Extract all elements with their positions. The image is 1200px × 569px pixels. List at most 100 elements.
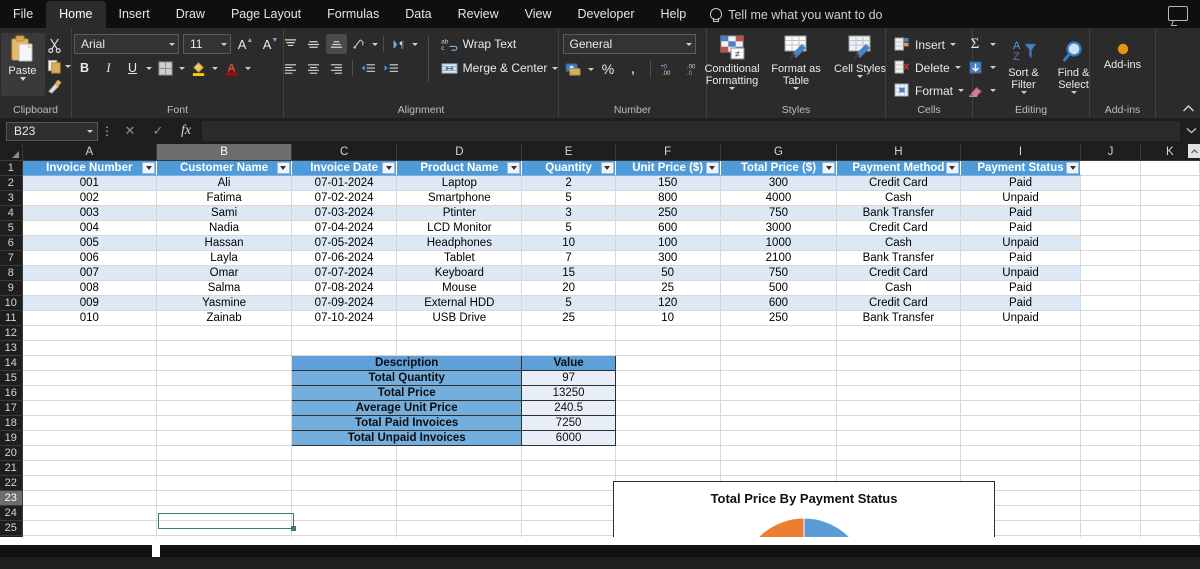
table-row[interactable]: Bank Transfer xyxy=(836,250,961,266)
tell-me-box[interactable]: Tell me what you want to do xyxy=(709,1,882,28)
cell-A18[interactable] xyxy=(22,415,158,431)
cell-B14[interactable] xyxy=(156,355,292,371)
table-row[interactable]: 600 xyxy=(615,220,721,236)
table-row[interactable]: 120 xyxy=(615,295,721,311)
cell-A13[interactable] xyxy=(22,340,158,356)
align-right-button[interactable] xyxy=(326,58,347,78)
table-row[interactable]: 100 xyxy=(615,235,721,251)
cell-E22[interactable] xyxy=(521,475,616,491)
cell-A23[interactable] xyxy=(22,490,158,506)
spreadsheet-grid[interactable]: A B C D E F G H I J K 1 Invoice Number Customer Name I… xyxy=(0,144,1200,537)
cell-A24[interactable] xyxy=(22,505,158,521)
decrease-decimal-button[interactable]: .00.0 xyxy=(682,59,703,79)
comments-icon[interactable] xyxy=(1168,6,1188,21)
cell-B21[interactable] xyxy=(156,460,292,476)
table-row[interactable]: 008 xyxy=(22,280,158,296)
table-row[interactable]: Credit Card xyxy=(836,295,961,311)
name-box-expand[interactable]: ⋮ xyxy=(98,124,116,138)
filter-button-i[interactable] xyxy=(1066,161,1080,174)
text-direction-button[interactable]: ¶ xyxy=(389,34,410,54)
sort-filter-button[interactable]: A Z Sort & Filter xyxy=(1000,35,1048,101)
table-row[interactable]: Unpaid xyxy=(960,265,1082,281)
cell-F21[interactable] xyxy=(615,460,721,476)
cell-I16[interactable] xyxy=(960,385,1082,401)
cell-K17[interactable] xyxy=(1140,400,1200,416)
cell-J8[interactable] xyxy=(1080,265,1141,281)
table-row[interactable]: Unpaid xyxy=(960,235,1082,251)
number-format-caret[interactable] xyxy=(685,42,692,46)
insert-cells-caret[interactable] xyxy=(950,43,956,46)
fill-color-caret[interactable] xyxy=(212,66,218,70)
table-row[interactable]: Yasmine xyxy=(156,295,292,311)
cell-C25[interactable] xyxy=(291,520,398,536)
sheet-tab-bar-left[interactable] xyxy=(0,545,152,557)
table-header-G[interactable]: Total Price ($) xyxy=(720,160,838,176)
cell-B25[interactable] xyxy=(156,520,292,536)
table-row[interactable]: Laptop xyxy=(396,175,523,191)
font-family-caret[interactable] xyxy=(169,42,175,46)
cell-B24[interactable] xyxy=(156,505,292,521)
table-row[interactable]: 07-04-2024 xyxy=(291,220,398,236)
cell-K21[interactable] xyxy=(1140,460,1200,476)
cell-D25[interactable] xyxy=(396,520,523,536)
cell-K19[interactable] xyxy=(1140,430,1200,446)
table-row[interactable]: 10 xyxy=(521,235,616,251)
autosum-caret[interactable] xyxy=(989,43,996,46)
table-row[interactable]: 07-07-2024 xyxy=(291,265,398,281)
table-row[interactable]: Hassan xyxy=(156,235,292,251)
row-header-9[interactable]: 9 xyxy=(0,280,23,296)
merge-center-caret[interactable] xyxy=(552,66,559,70)
cell-K8[interactable] xyxy=(1140,265,1200,281)
table-row[interactable]: 07-08-2024 xyxy=(291,280,398,296)
table-row[interactable]: Paid xyxy=(960,220,1082,236)
cell-I14[interactable] xyxy=(960,355,1082,371)
wrap-text-button[interactable]: ab c Wrap Text xyxy=(437,34,563,54)
cell-E23[interactable] xyxy=(521,490,616,506)
table-row[interactable]: 2100 xyxy=(720,250,838,266)
filter-button-c[interactable] xyxy=(382,161,396,174)
table-row[interactable]: Bank Transfer xyxy=(836,310,961,326)
cell-D13[interactable] xyxy=(396,340,523,356)
cell-H14[interactable] xyxy=(836,355,961,371)
align-top-button[interactable] xyxy=(280,34,301,54)
column-header-a[interactable]: A xyxy=(22,144,158,161)
cell-K7[interactable] xyxy=(1140,250,1200,266)
table-row[interactable]: 010 xyxy=(22,310,158,326)
cell-A17[interactable] xyxy=(22,400,158,416)
table-header-H[interactable]: Payment Method xyxy=(836,160,961,176)
cell-J18[interactable] xyxy=(1080,415,1141,431)
cell-J5[interactable] xyxy=(1080,220,1141,236)
cell-F13[interactable] xyxy=(615,340,721,356)
cell-styles-button[interactable]: Cell Styles xyxy=(829,31,891,78)
filter-button-f[interactable] xyxy=(705,161,719,174)
cell-H20[interactable] xyxy=(836,445,961,461)
row-header-21[interactable]: 21 xyxy=(0,460,23,476)
ribbon-tab-home[interactable]: Home xyxy=(46,1,106,28)
row-header-3[interactable]: 3 xyxy=(0,190,23,206)
table-row[interactable]: 15 xyxy=(521,265,616,281)
paste-button[interactable]: Paste xyxy=(0,33,45,96)
cell-G16[interactable] xyxy=(720,385,838,401)
table-row[interactable]: 750 xyxy=(720,265,838,281)
summary-value-cell[interactable]: 6000 xyxy=(521,429,616,446)
table-row[interactable]: 006 xyxy=(22,250,158,266)
table-row[interactable]: 1000 xyxy=(720,235,838,251)
cell-F15[interactable] xyxy=(615,370,721,386)
cell-K3[interactable] xyxy=(1140,190,1200,206)
cell-G13[interactable] xyxy=(720,340,838,356)
number-format-combo[interactable]: General xyxy=(562,34,696,54)
merge-center-button[interactable]: Merge & Center xyxy=(437,58,563,78)
table-row[interactable]: 500 xyxy=(720,280,838,296)
row-header-19[interactable]: 19 xyxy=(0,430,23,446)
table-row[interactable]: 300 xyxy=(615,250,721,266)
align-center-button[interactable] xyxy=(303,58,324,78)
borders-caret[interactable] xyxy=(179,66,185,70)
scroll-up-button[interactable] xyxy=(1188,144,1200,158)
cell-B15[interactable] xyxy=(156,370,292,386)
row-header-13[interactable]: 13 xyxy=(0,340,23,356)
cancel-entry-icon[interactable]: ✕ xyxy=(116,123,144,139)
font-family-combo[interactable]: Arial xyxy=(74,34,179,54)
cell-C22[interactable] xyxy=(291,475,398,491)
orientation-button[interactable] xyxy=(349,34,370,54)
cell-G21[interactable] xyxy=(720,460,838,476)
